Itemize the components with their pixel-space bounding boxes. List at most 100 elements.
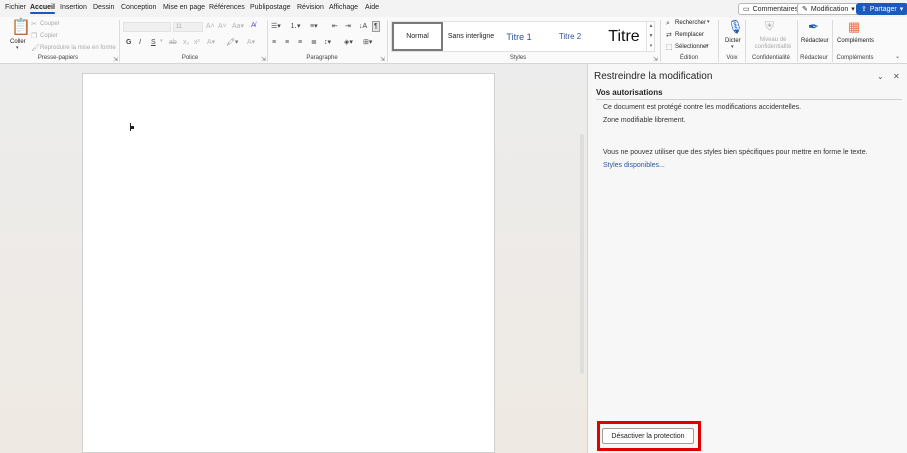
group-label-addins: Compléments: [836, 55, 874, 61]
tab-insertion[interactable]: Insertion: [60, 4, 87, 11]
chevron-down-icon[interactable]: ▾: [706, 44, 709, 49]
tab-references[interactable]: Références: [209, 4, 245, 11]
addins-button[interactable]: Compléments: [837, 38, 874, 44]
close-icon[interactable]: ✕: [893, 72, 900, 81]
font-size-combo[interactable]: 11: [173, 22, 203, 32]
strikethrough-icon[interactable]: ab: [169, 39, 177, 46]
editing-mode-label: Modification: [810, 5, 849, 13]
share-label: Partager: [869, 5, 897, 13]
sort-icon[interactable]: ↓A: [359, 23, 367, 30]
underline-button[interactable]: S: [151, 39, 156, 46]
tab-affichage[interactable]: Affichage: [329, 4, 358, 11]
bold-button[interactable]: G: [126, 39, 131, 46]
brush-icon: 🖌: [31, 45, 40, 52]
align-right-icon[interactable]: ≡: [298, 39, 302, 46]
show-marks-icon[interactable]: ¶: [372, 21, 380, 32]
line-spacing-icon[interactable]: ↕▾: [324, 39, 331, 46]
group-label-paragraph: Paragraphe: [306, 55, 338, 61]
dialog-launcher-icon[interactable]: ⇲: [261, 56, 266, 63]
chevron-down-icon[interactable]: ▾: [160, 39, 163, 44]
pane-title: Restreindre la modification: [594, 71, 713, 82]
shrink-font-icon[interactable]: A˅: [218, 23, 227, 30]
multilevel-list-icon[interactable]: ≡▾: [310, 23, 318, 30]
tab-accueil[interactable]: Accueil: [30, 4, 55, 14]
ribbon: 📋 Coller ▾ ✂ Couper ❐ Copier 🖌 Reproduir…: [0, 17, 907, 64]
sensitivity-button[interactable]: Niveau de confidentialité: [752, 37, 794, 51]
select-button[interactable]: Sélectionner: [675, 44, 708, 50]
stop-protection-button[interactable]: Désactiver la protection: [602, 428, 694, 444]
chevron-down-icon[interactable]: ▾: [731, 45, 734, 50]
shading-icon[interactable]: ◈▾: [344, 39, 353, 46]
superscript-icon[interactable]: x²: [194, 39, 200, 46]
dialog-launcher-icon[interactable]: ⇲: [380, 56, 385, 63]
restrict-editing-pane: Restreindre la modification ⌄ ✕ Vos auto…: [587, 64, 907, 453]
style-heading-1[interactable]: Titre 1: [498, 22, 540, 51]
italic-button[interactable]: I: [139, 39, 141, 46]
style-title[interactable]: Titre: [600, 22, 648, 51]
permissions-heading: Vos autorisations: [596, 88, 902, 100]
editor-pen-icon[interactable]: ✒: [808, 20, 819, 33]
font-color-icon[interactable]: A▾: [247, 39, 255, 46]
more-icon[interactable]: ▾: [647, 41, 655, 51]
tab-dessin[interactable]: Dessin: [93, 4, 114, 11]
copy-button[interactable]: Copier: [40, 33, 58, 39]
gallery-scroll[interactable]: ▲ ▼ ▾: [646, 21, 655, 52]
separator: [797, 20, 798, 62]
editing-mode-button[interactable]: ✎ Modification ▾: [797, 3, 860, 15]
pane-options-chevron-icon[interactable]: ⌄: [877, 72, 884, 81]
group-label-sensitivity: Confidentialité: [751, 55, 791, 61]
grow-font-icon[interactable]: A˄: [206, 23, 215, 30]
highlight-icon[interactable]: 🖍▾: [226, 39, 238, 46]
format-painter-button[interactable]: Reproduire la mise en forme: [40, 45, 116, 51]
dialog-launcher-icon[interactable]: ⇲: [113, 56, 118, 63]
available-styles-link[interactable]: Styles disponibles...: [603, 162, 665, 169]
chevron-down-icon[interactable]: ▾: [707, 20, 710, 25]
editor-button[interactable]: Rédacteur: [801, 38, 829, 44]
justify-icon[interactable]: ≣: [311, 39, 317, 46]
tab-publipostage[interactable]: Publipostage: [250, 4, 290, 11]
numbering-icon[interactable]: ⒈▾: [290, 23, 301, 30]
microphone-icon[interactable]: 🎙: [727, 20, 744, 33]
group-label-editor: Rédacteur: [800, 55, 828, 61]
borders-icon[interactable]: ⊞▾: [363, 39, 372, 46]
editable-region-message: Zone modifiable librement.: [603, 117, 686, 124]
align-left-icon[interactable]: ≡: [272, 39, 276, 46]
tab-aide[interactable]: Aide: [365, 4, 379, 11]
clear-format-icon[interactable]: A̸: [251, 22, 256, 29]
text-effects-icon[interactable]: A▾: [207, 39, 215, 46]
tab-mise-en-page[interactable]: Mise en page: [163, 4, 205, 11]
group-label-clipboard: Presse-papiers: [37, 55, 79, 61]
vertical-scrollbar[interactable]: [580, 134, 584, 374]
chevron-down-icon[interactable]: ▾: [16, 46, 19, 51]
chevron-down-icon[interactable]: ▼: [647, 31, 655, 41]
cut-button[interactable]: Couper: [40, 21, 60, 27]
align-center-icon[interactable]: ≡: [285, 39, 289, 46]
decrease-indent-icon[interactable]: ⇤: [332, 23, 338, 30]
tab-conception[interactable]: Conception: [121, 4, 156, 11]
tab-fichier[interactable]: Fichier: [5, 4, 26, 11]
find-button[interactable]: Rechercher: [675, 20, 706, 26]
style-no-spacing[interactable]: Sans interligne: [444, 22, 498, 51]
style-normal[interactable]: Normal: [392, 22, 443, 51]
tab-revision[interactable]: Révision: [297, 4, 324, 11]
document-area: [0, 64, 587, 453]
addins-grid-icon[interactable]: ▦: [848, 20, 860, 33]
select-icon: ⬚: [666, 44, 673, 51]
paste-icon[interactable]: 📋: [11, 20, 31, 36]
ribbon-collapse-chevron-icon[interactable]: ⌄: [895, 54, 900, 60]
change-case-icon[interactable]: Aa▾: [232, 23, 244, 30]
font-family-combo[interactable]: [123, 22, 171, 32]
separator: [718, 20, 719, 62]
document-page[interactable]: [82, 73, 495, 453]
bullets-icon[interactable]: ☰▾: [271, 23, 281, 30]
increase-indent-icon[interactable]: ⇥: [345, 23, 351, 30]
chevron-down-icon: ▾: [851, 6, 855, 13]
subscript-icon[interactable]: x₂: [183, 39, 189, 46]
replace-button[interactable]: Remplacer: [675, 32, 704, 38]
dialog-launcher-icon[interactable]: ⇲: [653, 56, 658, 63]
pencil-icon: ✎: [802, 6, 808, 13]
style-heading-2[interactable]: Titre 2: [548, 22, 592, 51]
share-button[interactable]: ⇪ Partager ▾: [856, 3, 907, 15]
comments-button[interactable]: ▭ Commentaires: [738, 3, 804, 15]
chevron-up-icon[interactable]: ▲: [647, 21, 655, 31]
